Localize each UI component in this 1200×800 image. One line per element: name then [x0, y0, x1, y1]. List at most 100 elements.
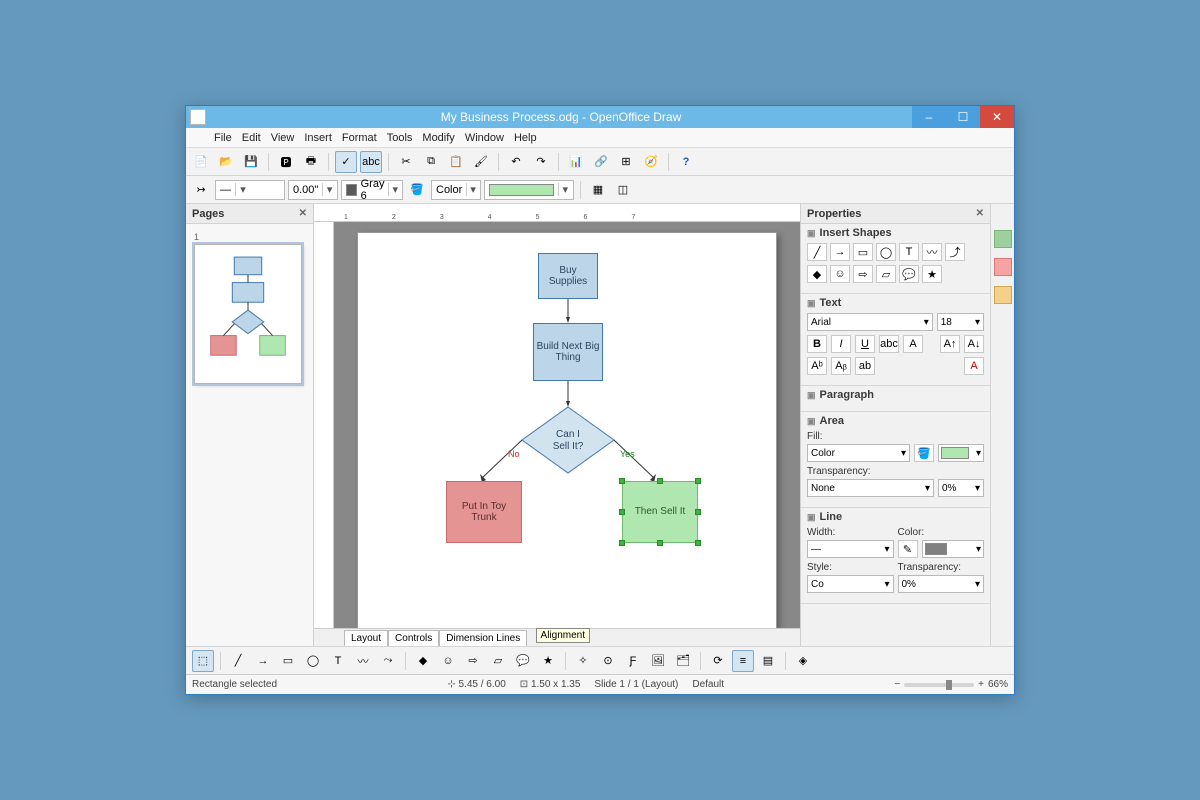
paste-button[interactable]: 📋: [445, 151, 467, 173]
sidebar-styles-icon[interactable]: [994, 286, 1012, 304]
flowchart-box-build[interactable]: Build Next Big Thing: [533, 323, 603, 381]
open-button[interactable]: 📂: [215, 151, 237, 173]
close-button[interactable]: ✕: [980, 106, 1014, 128]
section-paragraph[interactable]: Paragraph: [807, 389, 984, 401]
autospell-button[interactable]: abc: [360, 151, 382, 173]
sub-button[interactable]: Aᵦ: [831, 357, 851, 375]
pages-panel-close-icon[interactable]: ✕: [299, 208, 307, 219]
shape-arrow-icon[interactable]: →: [830, 243, 850, 261]
titlebar[interactable]: My Business Process.odg - OpenOffice Dra…: [186, 106, 1014, 128]
undo-button[interactable]: ↶: [505, 151, 527, 173]
flowchart-decision[interactable]: Can I Sell It?: [518, 405, 618, 475]
menu-modify[interactable]: Modify: [422, 132, 454, 144]
line-color-combo[interactable]: Gray 6▾: [341, 180, 403, 200]
export-pdf-button[interactable]: 🅿: [275, 151, 297, 173]
fill-mode-select[interactable]: Color▾: [807, 444, 910, 462]
shape-ellipse-icon[interactable]: ◯: [876, 243, 896, 261]
section-insert-shapes[interactable]: Insert Shapes: [807, 227, 984, 239]
shape-block-arrow-icon[interactable]: ⇨: [853, 265, 873, 283]
points-edit-button[interactable]: ✧: [572, 650, 594, 672]
block-arrows-button[interactable]: ⇨: [462, 650, 484, 672]
arrow-style-button[interactable]: ↣: [190, 179, 212, 201]
shape-star-icon[interactable]: ★: [922, 265, 942, 283]
arrow-tool-button[interactable]: →: [252, 650, 274, 672]
zoom-in-icon[interactable]: +: [978, 679, 984, 690]
from-file-button[interactable]: 🖼: [647, 650, 669, 672]
decrease-font-button[interactable]: A↓: [964, 335, 984, 353]
flowchart-box-sell-selected[interactable]: Then Sell It: [622, 481, 698, 543]
line-color-pen-icon[interactable]: ✎: [898, 540, 918, 558]
arrange-button[interactable]: ▤: [757, 650, 779, 672]
line-width-input[interactable]: 0.00"▾: [288, 180, 338, 200]
page-thumbnail-1[interactable]: [194, 244, 302, 384]
strike-button[interactable]: abc: [879, 335, 899, 353]
line-style-select[interactable]: Co▾: [807, 575, 894, 593]
minimize-button[interactable]: –: [912, 106, 946, 128]
shape-rect-icon[interactable]: ▭: [853, 243, 873, 261]
fontwork-button[interactable]: Ƒ: [622, 650, 644, 672]
alignment-button[interactable]: ≡: [732, 650, 754, 672]
rect-tool-button[interactable]: ▭: [277, 650, 299, 672]
navigator-button[interactable]: 🧭: [640, 151, 662, 173]
line-tool-button[interactable]: ╱: [227, 650, 249, 672]
hyperlink-button[interactable]: 🔗: [590, 151, 612, 173]
gallery-button[interactable]: 🗂: [672, 650, 694, 672]
sidebar-gallery-icon[interactable]: [994, 230, 1012, 248]
shape-symbol-icon[interactable]: ☺: [830, 265, 850, 283]
maximize-button[interactable]: ☐: [946, 106, 980, 128]
font-name-combo[interactable]: Arial▾: [807, 313, 933, 331]
zoom-control[interactable]: − + 66%: [894, 679, 1008, 690]
section-line[interactable]: Line: [807, 511, 984, 523]
format-paint-button[interactable]: 🖌: [470, 151, 492, 173]
fill-mode-combo[interactable]: Color▾: [431, 180, 481, 200]
shape-flowchart-icon[interactable]: ▱: [876, 265, 896, 283]
shadow-button[interactable]: ▦: [587, 179, 609, 201]
font-color-button[interactable]: A: [964, 357, 984, 375]
glue-points-button[interactable]: ⊙: [597, 650, 619, 672]
menu-window[interactable]: Window: [465, 132, 504, 144]
flowchart-box-trunk[interactable]: Put In Toy Trunk: [446, 481, 522, 543]
line-trans-value[interactable]: 0%▾: [898, 575, 985, 593]
cut-button[interactable]: ✂: [395, 151, 417, 173]
shape-curve-icon[interactable]: 〰: [922, 243, 942, 261]
print-button[interactable]: 🖶: [300, 151, 322, 173]
ellipse-tool-button[interactable]: ◯: [302, 650, 324, 672]
section-area[interactable]: Area: [807, 415, 984, 427]
save-button[interactable]: 💾: [240, 151, 262, 173]
properties-close-icon[interactable]: ✕: [976, 208, 984, 219]
increase-font-button[interactable]: A↑: [940, 335, 960, 353]
text-tool-button[interactable]: T: [327, 650, 349, 672]
tab-dimension[interactable]: Dimension Lines: [439, 630, 527, 646]
grid-button[interactable]: ⊞: [615, 151, 637, 173]
spellcheck-button[interactable]: ✓: [335, 151, 357, 173]
tab-layout[interactable]: Layout: [344, 630, 388, 646]
select-tool-button[interactable]: ⬚: [192, 650, 214, 672]
area-fill-button[interactable]: 🪣: [406, 179, 428, 201]
menu-insert[interactable]: Insert: [304, 132, 332, 144]
fill-color-select[interactable]: ▾: [938, 444, 984, 462]
redo-button[interactable]: ↷: [530, 151, 552, 173]
line-style-combo[interactable]: — ▾: [215, 180, 285, 200]
menu-view[interactable]: View: [271, 132, 295, 144]
crop-button[interactable]: ◫: [612, 179, 634, 201]
chart-button[interactable]: 📊: [565, 151, 587, 173]
bold-button[interactable]: B: [807, 335, 827, 353]
symbol-shapes-button[interactable]: ☺: [437, 650, 459, 672]
extrusion-button[interactable]: ◈: [792, 650, 814, 672]
shape-basic-icon[interactable]: ◆: [807, 265, 827, 283]
underline-button[interactable]: U: [855, 335, 875, 353]
drawing-page[interactable]: Buy Supplies Build Next Big Thing Can I …: [357, 232, 777, 628]
sidebar-navigator-icon[interactable]: [994, 258, 1012, 276]
highlight-button[interactable]: ab: [855, 357, 875, 375]
shape-callout-icon[interactable]: 💬: [899, 265, 919, 283]
shape-connector-icon[interactable]: ⤴: [945, 243, 965, 261]
menu-edit[interactable]: Edit: [242, 132, 261, 144]
basic-shapes-button[interactable]: ◆: [412, 650, 434, 672]
menu-format[interactable]: Format: [342, 132, 377, 144]
transparency-mode[interactable]: None▾: [807, 479, 934, 497]
copy-button[interactable]: ⧉: [420, 151, 442, 173]
flowchart-shapes-button[interactable]: ▱: [487, 650, 509, 672]
shape-line-icon[interactable]: ╱: [807, 243, 827, 261]
menu-help[interactable]: Help: [514, 132, 537, 144]
canvas-viewport[interactable]: Buy Supplies Build Next Big Thing Can I …: [334, 222, 800, 628]
